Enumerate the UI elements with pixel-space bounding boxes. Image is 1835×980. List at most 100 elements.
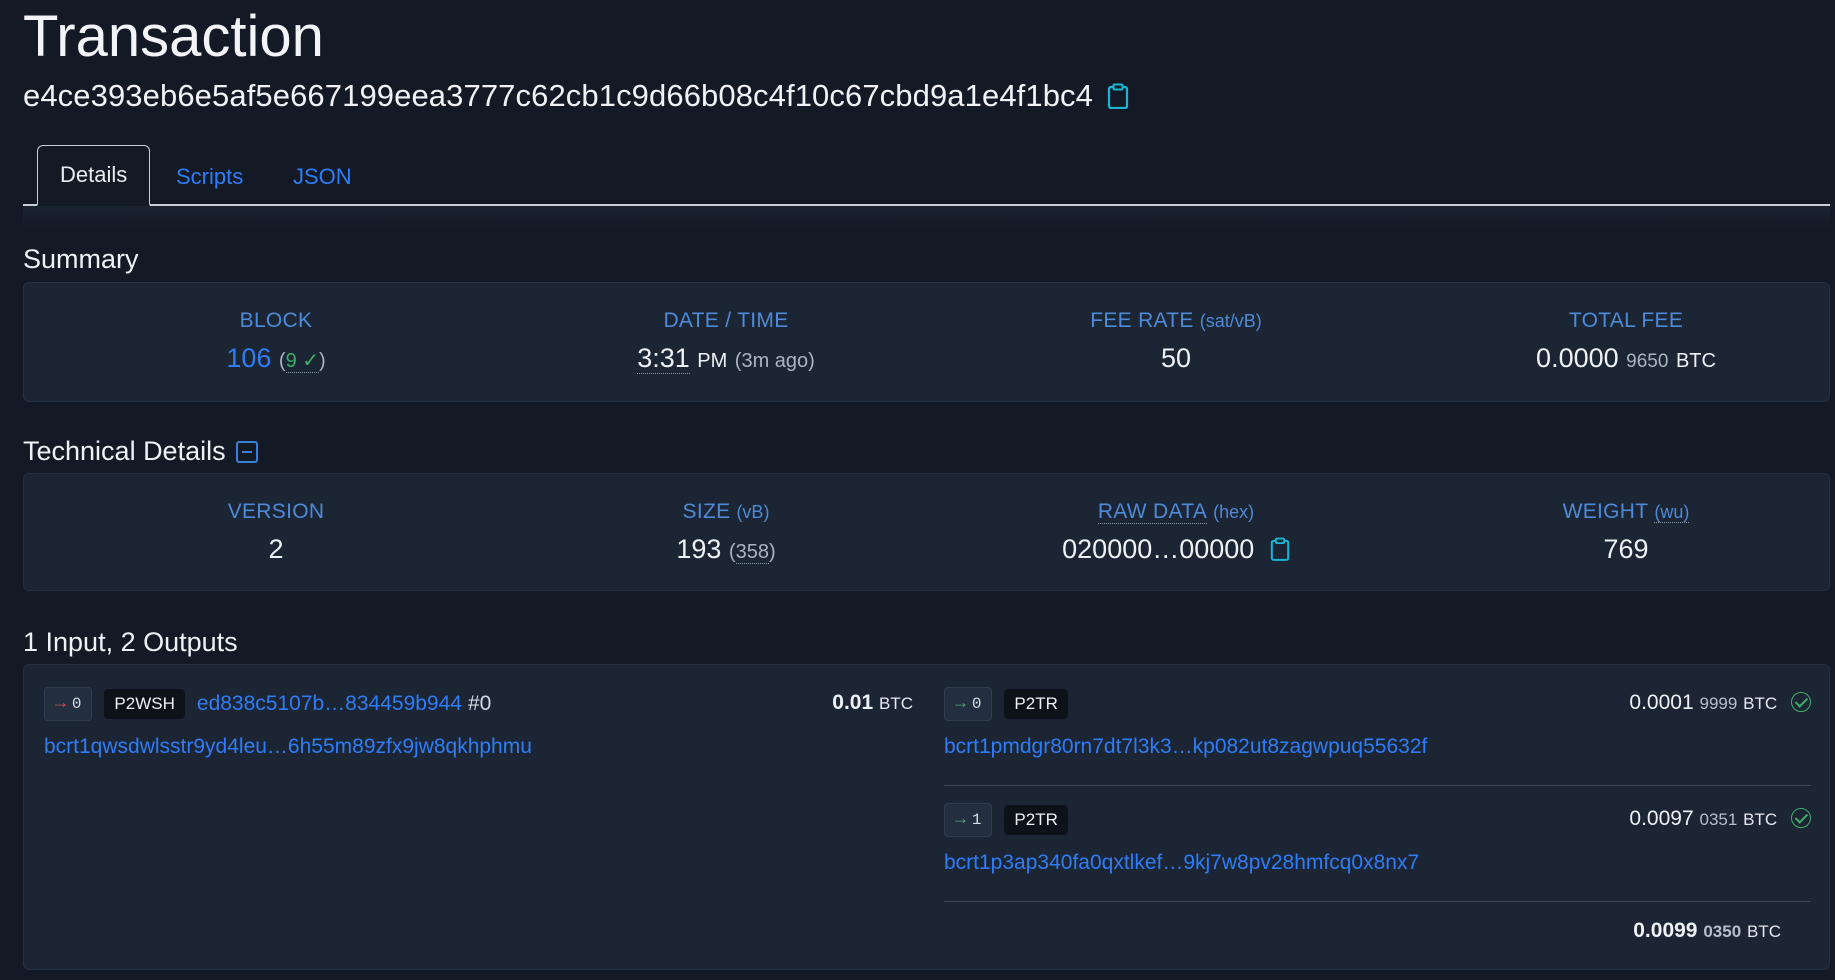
size-unit: (vB) [736, 502, 770, 522]
tab-divider [23, 206, 1830, 228]
output-index: 0 [971, 695, 982, 713]
output-address-link[interactable]: bcrt1p3ap340fa0qxtlkef…9kj7w8pv28hmfcq0x… [944, 851, 1419, 875]
tab-bar: Details Scripts JSON [23, 144, 1830, 206]
outputs-total-tail: 0350 [1703, 922, 1742, 941]
raw-data-label: RAW DATA [1097, 500, 1208, 524]
output-amount-main: 0.0097 [1629, 807, 1694, 830]
output-type-badge: P2TR [1004, 805, 1068, 835]
total-fee-unit: BTC [1675, 350, 1716, 372]
fee-rate-label-row: FEE RATE (sat/vB) [956, 309, 1396, 333]
input-address-link[interactable]: bcrt1qwsdwlsstr9yd4leu…6h55m89zfx9jw8qkh… [44, 735, 532, 759]
total-fee-label: TOTAL FEE [1568, 309, 1684, 332]
raw-data-label-row: RAW DATA (hex) [956, 500, 1396, 524]
size-open-paren: ( [728, 541, 736, 563]
ampm: PM [697, 350, 728, 372]
time-ago: (3m ago) [734, 350, 815, 372]
input-row: → 0 P2WSH ed838c5107b…834459b944 #0 [44, 687, 491, 721]
size-label-row: SIZE (vB) [506, 500, 946, 524]
output-index: 1 [971, 811, 982, 829]
outputs-total: 0.0099 0350 BTC [1633, 919, 1781, 943]
size-label: SIZE [682, 500, 731, 523]
confirmations-count: 9 [285, 350, 297, 372]
output-amount: 0.0001 9999 BTC [1629, 691, 1811, 715]
io-card: → 0 P2WSH ed838c5107b…834459b944 #0 0.01… [23, 664, 1830, 970]
total-fee-main: 0.0000 [1536, 343, 1619, 373]
weight-stat: WEIGHT (wu) 769 [1406, 500, 1835, 565]
version-value: 2 [268, 534, 284, 564]
output-index-pill[interactable]: → 1 [944, 803, 993, 837]
summary-title: Summary [23, 244, 139, 274]
paren-close: ) [319, 350, 326, 372]
version-stat: VERSION 2 [56, 500, 496, 565]
input-amount: 0.01 BTC [832, 691, 913, 715]
output-row: → 1 P2TR [944, 803, 1068, 837]
output-row: → 0 P2TR [944, 687, 1068, 721]
size-vbytes: 193 [676, 534, 722, 564]
input-amount-unit: BTC [879, 694, 913, 713]
input-prev-vout: #0 [467, 692, 492, 715]
block-height-link[interactable]: 106 [226, 343, 271, 373]
size-raw: 358 [735, 541, 769, 564]
minus-square-icon[interactable] [235, 440, 258, 463]
size-stat: SIZE (vB) 193 (358) [506, 500, 946, 565]
arrow-right-icon: → [955, 810, 966, 830]
raw-data-value: 020000…00000 [1062, 534, 1255, 564]
input-type-badge: P2WSH [104, 689, 185, 719]
txid: e4ce393eb6e5af5e667199eea3777c62cb1c9d66… [23, 78, 1093, 113]
paren-open: ( [278, 350, 286, 372]
output-amount-unit: BTC [1743, 810, 1778, 829]
fee-rate-value: 50 [1160, 343, 1192, 373]
outputs-total-unit: BTC [1747, 922, 1781, 941]
raw-data-unit: (hex) [1213, 502, 1255, 522]
confirmations: 9 ✓ [285, 350, 320, 373]
check-circle-icon [1791, 808, 1811, 828]
fee-rate-label: FEE RATE [1090, 309, 1194, 332]
size-value: 193 (358) [506, 534, 946, 565]
output-amount-main: 0.0001 [1629, 691, 1694, 714]
time: 3:31 [637, 343, 690, 374]
input-prev-txid-link[interactable]: ed838c5107b…834459b944 [197, 692, 462, 716]
tab-json[interactable]: JSON [271, 148, 374, 206]
datetime-stat: DATE / TIME 3:31 PM (3m ago) [506, 309, 946, 374]
raw-data-stat: RAW DATA (hex) 020000…00000 [956, 500, 1396, 568]
output-amount: 0.0097 0351 BTC [1629, 807, 1811, 831]
block-value: 106 (9 ✓) [56, 343, 496, 374]
block-stat: BLOCK 106 (9 ✓) [56, 309, 496, 374]
input-index: 0 [71, 695, 82, 713]
technical-card: VERSION 2 SIZE (vB) 193 (358) RAW DATA (he… [23, 473, 1830, 591]
size-close-paren: ) [768, 541, 776, 563]
weight-unit: (wu) [1654, 502, 1690, 523]
tab-details[interactable]: Details [37, 145, 151, 206]
version-label: VERSION [227, 500, 325, 523]
output-index-pill[interactable]: → 0 [944, 687, 993, 721]
block-label: BLOCK [239, 309, 313, 332]
summary-heading: Summary [23, 244, 139, 275]
txid-row: e4ce393eb6e5af5e667199eea3777c62cb1c9d66… [23, 78, 1129, 114]
weight-label: WEIGHT [1562, 500, 1649, 523]
clipboard-icon[interactable] [1270, 537, 1290, 568]
arrow-right-icon: → [55, 694, 66, 714]
output-amount-tail: 0351 [1699, 810, 1738, 829]
page-title: Transaction [23, 4, 324, 69]
io-title: 1 Input, 2 Outputs [23, 627, 238, 657]
output-address-link[interactable]: bcrt1pmdgr80rn7dt7l3k3…kp082ut8zagwpuq55… [944, 735, 1427, 759]
summary-card: BLOCK 106 (9 ✓) DATE / TIME 3:31 PM (3m … [23, 282, 1830, 402]
technical-heading: Technical Details [23, 436, 258, 467]
input-amount-main: 0.01 [832, 691, 874, 714]
total-fee-tail: 9650 [1626, 351, 1669, 372]
technical-title: Technical Details [23, 436, 226, 466]
check-circle-icon [1791, 692, 1811, 712]
output-divider [944, 785, 1811, 786]
check-icon: ✓ [302, 350, 320, 372]
tab-scripts[interactable]: Scripts [154, 148, 265, 206]
clipboard-icon[interactable] [1107, 83, 1129, 110]
outputs-total-main: 0.0099 [1633, 919, 1698, 942]
input-index-pill[interactable]: → 0 [44, 687, 93, 721]
output-amount-tail: 9999 [1699, 694, 1738, 713]
fee-rate-unit: (sat/vB) [1199, 311, 1262, 331]
total-fee-stat: TOTAL FEE 0.0000 9650 BTC [1406, 309, 1835, 374]
io-heading: 1 Input, 2 Outputs [23, 627, 238, 658]
datetime-value: 3:31 PM (3m ago) [506, 343, 946, 374]
arrow-right-icon: → [955, 694, 966, 714]
output-divider [944, 901, 1811, 902]
